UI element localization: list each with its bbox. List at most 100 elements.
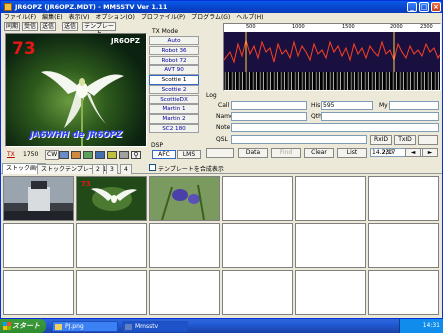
window-title: JR6OPZ (JR6OPZ.MDT) - MMSSTV Ver 1.11 xyxy=(15,3,168,11)
frequency-scale: 500 1000 1500 2000 2300 xyxy=(224,24,440,32)
picture-display[interactable]: 73 JR6OPZ JA6WHH de JR6OPZ xyxy=(5,33,147,147)
picture-icon-2[interactable] xyxy=(71,151,81,159)
taskbar-item-mmsstv-label: Mmsstv xyxy=(135,323,159,330)
stock-thumbnail-lighthouse xyxy=(4,177,73,220)
my-field[interactable] xyxy=(389,101,439,110)
list-button[interactable]: List xyxy=(337,148,367,158)
log-extra-button[interactable] xyxy=(418,135,438,145)
taskbar-item-mmsstv[interactable]: Mmsstv xyxy=(122,321,188,332)
mode-avt90[interactable]: AVT 90 xyxy=(149,65,199,75)
his-field[interactable]: 595 xyxy=(321,101,373,110)
system-tray: 14:31 xyxy=(399,319,443,333)
taskbar-item-image-label: PJ.png xyxy=(65,323,84,330)
menu-help[interactable]: ヘルプ(H) xyxy=(233,13,266,22)
stock-thumbnail-orchid: 73 xyxy=(77,177,146,220)
stock-cell[interactable] xyxy=(3,223,74,268)
stock-cell[interactable] xyxy=(222,176,293,221)
name-field[interactable] xyxy=(231,112,307,121)
data-button[interactable]: Data xyxy=(238,148,268,158)
rxid-button[interactable]: RxID xyxy=(370,135,392,145)
stock-cell[interactable] xyxy=(222,270,293,315)
tab-3[interactable]: 3 xyxy=(106,164,118,174)
picture-icon-5[interactable] xyxy=(107,151,117,159)
stock-cell[interactable] xyxy=(3,270,74,315)
mode-robot36[interactable]: Robot 36 xyxy=(149,45,199,56)
maximize-button[interactable]: □ xyxy=(419,2,429,12)
log-title: Log xyxy=(206,92,217,99)
scale-2300: 2300 xyxy=(420,24,433,30)
qsl-field[interactable] xyxy=(231,135,367,144)
find-button[interactable]: Find xyxy=(271,148,301,158)
mode-auto[interactable]: Auto xyxy=(149,36,199,46)
stock-cell[interactable] xyxy=(295,176,366,221)
stock-cell[interactable]: 73 xyxy=(76,176,147,221)
call-field[interactable] xyxy=(231,101,307,110)
stock-cell[interactable] xyxy=(222,223,293,268)
minimize-button[interactable]: _ xyxy=(407,2,417,12)
stock-image-grid: 73 xyxy=(3,176,442,317)
cw-button[interactable]: CW xyxy=(45,150,60,160)
close-button[interactable]: × xyxy=(431,2,441,12)
waterfall xyxy=(224,72,440,90)
start-button[interactable]: スタート xyxy=(0,319,46,333)
log-blank-button[interactable] xyxy=(206,148,234,158)
note-field[interactable] xyxy=(231,123,439,132)
page-next-button[interactable]: ► xyxy=(422,148,438,157)
stock-cell[interactable] xyxy=(368,176,439,221)
mode-martin2[interactable]: Martin 2 xyxy=(149,114,199,124)
mode-scottie2[interactable]: Scottie 2 xyxy=(149,84,199,95)
zoom-icon[interactable]: ⚲ xyxy=(131,151,141,159)
stock-cell[interactable] xyxy=(149,270,220,315)
title-bar[interactable]: JR6OPZ (JR6OPZ.MDT) - MMSSTV Ver 1.11 _ … xyxy=(1,1,442,13)
mode-martin1[interactable]: Martin 1 xyxy=(149,104,199,114)
tab-4[interactable]: 4 xyxy=(120,164,132,174)
stock-cell[interactable] xyxy=(76,270,147,315)
windows-logo-icon xyxy=(3,322,11,330)
lms-button[interactable]: LMS xyxy=(177,150,201,159)
menu-options[interactable]: オプション(O) xyxy=(92,13,137,22)
send-button-2[interactable]: 送信 xyxy=(62,22,78,31)
app-icon xyxy=(4,3,12,11)
sync-button[interactable]: 同期 xyxy=(4,22,20,31)
stock-cell[interactable] xyxy=(295,270,366,315)
taskbar-item-image[interactable]: PJ.png xyxy=(52,321,118,332)
menu-bar: ファイル(F) 編集(E) 表示(V) オプション(O) プロファイル(P) プログラム(… xyxy=(1,13,442,22)
my-label: My xyxy=(379,102,388,109)
picture-icon-4[interactable] xyxy=(95,151,105,159)
txid-button[interactable]: TxID xyxy=(394,135,416,145)
clear-button[interactable]: Clear xyxy=(304,148,334,158)
afc-button[interactable]: AFC xyxy=(152,150,176,159)
picture-callsign: JR6OPZ xyxy=(110,37,140,45)
picture-icon-1[interactable] xyxy=(59,151,69,159)
mode-sc2-180[interactable]: SC2 180 xyxy=(149,124,199,134)
stock-cell[interactable] xyxy=(149,176,220,221)
spectrum-graph xyxy=(224,32,440,72)
stock-cell[interactable] xyxy=(295,223,366,268)
stock-cell[interactable] xyxy=(3,176,74,221)
receive-button[interactable]: 受信 xyxy=(22,22,38,31)
menu-profile[interactable]: プロファイル(P) xyxy=(138,13,188,22)
tab-2[interactable]: 2 xyxy=(92,164,104,174)
qth-field[interactable] xyxy=(321,112,439,121)
stock-cell[interactable] xyxy=(368,223,439,268)
template-button[interactable]: テンプレート xyxy=(82,22,116,37)
stock-cell[interactable] xyxy=(149,223,220,268)
stock-cell[interactable] xyxy=(368,270,439,315)
mode-scottiedx[interactable]: ScottieDX xyxy=(149,94,199,105)
menu-view[interactable]: 表示(V) xyxy=(66,13,93,22)
menu-program[interactable]: プログラム(G) xyxy=(188,13,233,22)
picture-icon-6[interactable] xyxy=(119,151,129,159)
menu-edit[interactable]: 編集(E) xyxy=(39,13,65,22)
mode-scottie1[interactable]: Scottie 1 xyxy=(149,75,199,85)
taskbar: スタート PJ.png Mmsstv 14:31 xyxy=(0,319,443,333)
stock-cell[interactable] xyxy=(76,223,147,268)
page-prev-button[interactable]: ◄ xyxy=(405,148,421,157)
menu-file[interactable]: ファイル(F) xyxy=(1,13,39,22)
qsl-label: QSL xyxy=(216,136,228,143)
template-overlay-checkbox[interactable] xyxy=(149,164,156,171)
stock-tabs: ストック画像 ストックテンプレート 1 2 3 4 テンプレートを合成表示 xyxy=(1,163,442,174)
mode-robot72[interactable]: Robot 72 xyxy=(149,55,199,65)
send-button-1[interactable]: 送信 xyxy=(40,22,56,31)
picture-icon-3[interactable] xyxy=(83,151,93,159)
tx-label[interactable]: TX xyxy=(7,150,15,160)
